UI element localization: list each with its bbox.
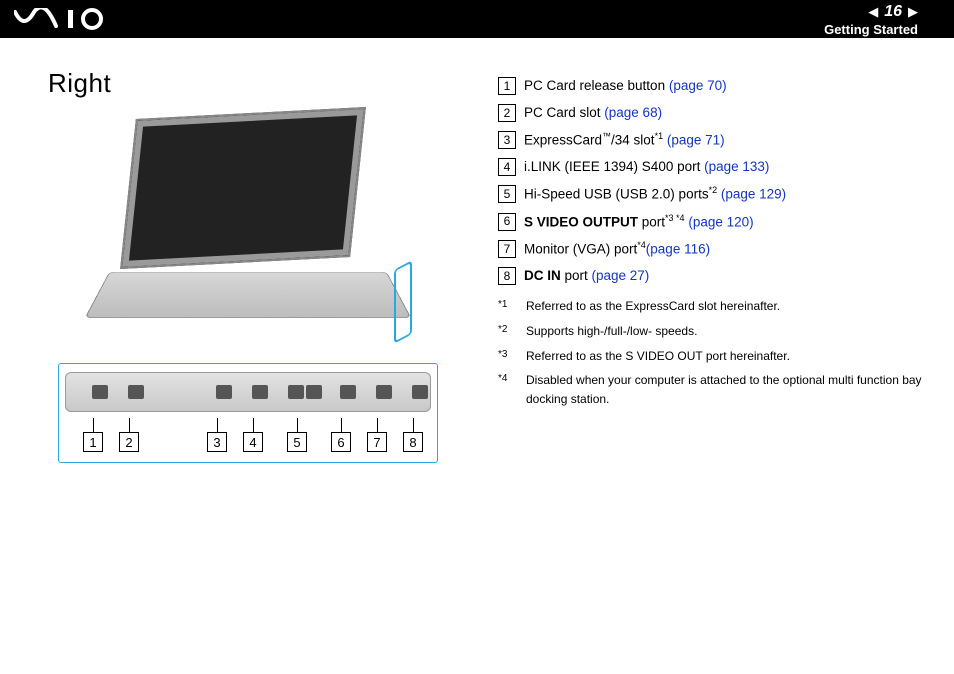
page-link[interactable]: (page 133) [704, 159, 769, 174]
port-shape [306, 385, 322, 399]
callout-number-box: 7 [498, 240, 516, 258]
diagram-pointer-number: 5 [287, 432, 307, 452]
port-shape [376, 385, 392, 399]
diagram-pointer: 6 [331, 418, 351, 452]
diagram-pointer-number: 6 [331, 432, 351, 452]
port-shape [128, 385, 144, 399]
callout-number-box: 5 [498, 185, 516, 203]
port-shape [412, 385, 428, 399]
callout-text: Hi-Speed USB (USB 2.0) ports*2 (page 129… [524, 184, 924, 205]
ports-strip [65, 372, 431, 412]
page-link[interactable]: (page 27) [592, 268, 650, 283]
vaio-logo [14, 8, 124, 30]
diagram-pointer: 3 [207, 418, 227, 452]
diagram-pointer: 7 [367, 418, 387, 452]
diagram-pointer: 1 [83, 418, 103, 452]
laptop-screen [120, 107, 366, 269]
diagram-pointer: 5 [287, 418, 307, 452]
diagram-pointer: 2 [119, 418, 139, 452]
callout-text: PC Card slot (page 68) [524, 103, 924, 124]
callout-number-box: 8 [498, 267, 516, 285]
port-shape [216, 385, 232, 399]
nav-next-icon[interactable]: ▶ [908, 4, 918, 20]
page-link[interactable]: (page 116) [646, 242, 710, 257]
footnote-mark: *2 [498, 322, 516, 341]
callout-row: 5 Hi-Speed USB (USB 2.0) ports*2 (page 12… [498, 184, 924, 205]
page-link[interactable]: (page 70) [669, 78, 727, 93]
diagram-pointer-number: 8 [403, 432, 423, 452]
page-link[interactable]: (page 129) [721, 187, 786, 202]
nav-prev-icon[interactable]: ◀ [868, 4, 878, 20]
header-bar: ◀ 16 ▶ Getting Started [0, 0, 954, 38]
callout-row: 2 PC Card slot (page 68) [498, 103, 924, 124]
side-view-panel: 12345678 [58, 363, 438, 463]
callout-number-box: 4 [498, 158, 516, 176]
callout-row: 3 ExpressCard™/34 slot*1 (page 71) [498, 130, 924, 151]
footnote-mark: *3 [498, 347, 516, 366]
footnote-text: Referred to as the ExpressCard slot here… [526, 297, 780, 316]
page-title: Right [48, 68, 478, 99]
diagram-pointer-number: 3 [207, 432, 227, 452]
footnote-mark: *4 [498, 371, 516, 408]
footnote-row: *2 Supports high-/full-/low- speeds. [498, 322, 924, 341]
callout-row: 4 i.LINK (IEEE 1394) S400 port (page 133) [498, 157, 924, 178]
footnote-row: *3 Referred to as the S VIDEO OUT port he… [498, 347, 924, 366]
callout-text: DC IN port (page 27) [524, 266, 924, 287]
page-link[interactable]: (page 68) [604, 105, 662, 120]
footnote-text: Disabled when your computer is attached … [526, 371, 924, 408]
highlight-right-side [394, 260, 412, 344]
footnote-text: Supports high-/full-/low- speeds. [526, 322, 697, 341]
callout-text: i.LINK (IEEE 1394) S400 port (page 133) [524, 157, 924, 178]
callout-text: PC Card release button (page 70) [524, 76, 924, 97]
callout-number-box: 2 [498, 104, 516, 122]
callout-number-box: 1 [498, 77, 516, 95]
page-link[interactable]: (page 120) [688, 214, 753, 229]
port-shape [288, 385, 304, 399]
callout-text: Monitor (VGA) port*4(page 116) [524, 239, 924, 260]
callout-number-box: 3 [498, 131, 516, 149]
port-shape [92, 385, 108, 399]
page-link[interactable]: (page 71) [667, 132, 725, 147]
diagram-pointer: 8 [403, 418, 423, 452]
callout-text: ExpressCard™/34 slot*1 (page 71) [524, 130, 924, 151]
footnote-text: Referred to as the S VIDEO OUT port here… [526, 347, 790, 366]
footnote-mark: *1 [498, 297, 516, 316]
diagram-pointer-number: 2 [119, 432, 139, 452]
port-shape [252, 385, 268, 399]
callout-text: S VIDEO OUTPUT port*3 *4 (page 120) [524, 212, 924, 233]
laptop-base [85, 272, 412, 318]
footnotes: *1 Referred to as the ExpressCard slot he… [498, 297, 924, 408]
footnote-row: *4 Disabled when your computer is attache… [498, 371, 924, 408]
diagram-pointer-number: 1 [83, 432, 103, 452]
callout-row: 1 PC Card release button (page 70) [498, 76, 924, 97]
laptop-figure: 12345678 [58, 113, 438, 473]
diagram-pointer-number: 7 [367, 432, 387, 452]
callout-row: 7 Monitor (VGA) port*4(page 116) [498, 239, 924, 260]
diagram-pointer: 4 [243, 418, 263, 452]
callout-number-box: 6 [498, 213, 516, 231]
diagram-pointer-number: 4 [243, 432, 263, 452]
callout-row: 6 S VIDEO OUTPUT port*3 *4 (page 120) [498, 212, 924, 233]
section-title: Getting Started [824, 22, 918, 37]
callout-row: 8 DC IN port (page 27) [498, 266, 924, 287]
footnote-row: *1 Referred to as the ExpressCard slot he… [498, 297, 924, 316]
page-number: 16 [884, 3, 902, 21]
callout-list: 1 PC Card release button (page 70) 2 PC Car… [498, 68, 924, 473]
port-shape [340, 385, 356, 399]
